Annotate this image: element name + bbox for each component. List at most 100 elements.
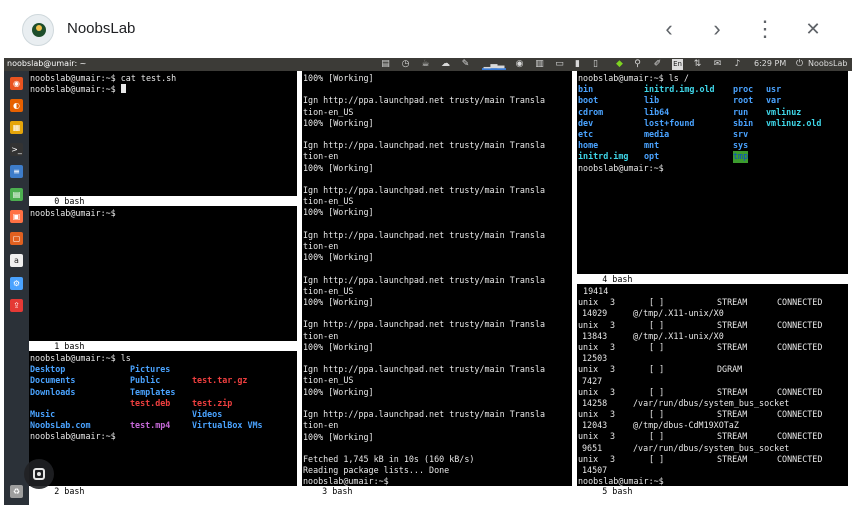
close-icon[interactable]: ✕ [796, 12, 830, 46]
apt-output-line: Ign http://ppa.launchpad.net trusty/main… [303, 95, 546, 106]
ls-entry: vmlinuz [766, 106, 802, 117]
terminal-pane-1[interactable]: noobslab@umair:~$ [29, 206, 297, 341]
apt-output-line: 100% [Working] [303, 386, 374, 397]
ls-entry: test.mp4 [130, 420, 171, 431]
tmux-pane-label-5: 5 bash [577, 487, 848, 496]
netstat-cell: CONNECTED [777, 297, 823, 308]
netstat-cell: CONNECTED [777, 409, 823, 420]
eye-indicator-icon[interactable]: ◉ [514, 59, 525, 70]
apt-output-line: tion-en [303, 241, 339, 252]
volume-indicator-icon[interactable]: ♪ [732, 59, 743, 70]
coffee-indicator-icon[interactable]: ☕ [420, 59, 431, 70]
netstat-cell: CONNECTED [777, 319, 823, 330]
apt-output-line: 100% [Working] [303, 252, 374, 263]
indicator-app-icon[interactable]: ▤ [380, 59, 391, 70]
netstat-cell: [ ] [649, 297, 665, 308]
notes-indicator-icon[interactable]: ▥ [534, 59, 545, 70]
netstat-cell: CONNECTED [777, 453, 823, 464]
netstat-cell: 12503 [582, 353, 608, 364]
presentation-icon[interactable]: ▣ [10, 210, 23, 223]
weather-indicator-icon[interactable]: ☁ [440, 59, 451, 70]
settings-icon[interactable]: ⚙ [10, 277, 23, 290]
tmux-pane-label-2: 2 bash [29, 487, 297, 496]
amazon-icon[interactable]: a [10, 254, 23, 267]
netstat-row: unix 3 [ ] STREAM CONNECTED [577, 387, 848, 398]
clip-indicator-icon[interactable]: ✎ [460, 59, 471, 70]
ubuntu-dash-icon[interactable]: ◉ [10, 77, 23, 90]
netstat-row: 12503 [577, 353, 848, 364]
panel-clock[interactable]: 6:29 PM [754, 59, 786, 68]
apt-output-line: tion-en [303, 420, 339, 431]
ls-entry: test.tar.gz [192, 375, 248, 386]
ls-entry: test.exe [130, 408, 171, 419]
netstat-cell: [ ] [649, 431, 665, 442]
keyboard-layout-indicator[interactable]: En [672, 59, 683, 70]
netstat-cell: 7427 [582, 375, 603, 386]
netstat-cell: unix [578, 431, 599, 442]
ls-entry: media [644, 128, 670, 139]
search-icon[interactable]: ⚲ [632, 59, 643, 70]
system-load-graph-icon[interactable]: ▁▃▂ [482, 59, 506, 70]
network-indicator-icon[interactable]: ⇅ [692, 59, 703, 70]
clock-indicator-icon[interactable]: ◷ [400, 59, 411, 70]
back-chevron-icon[interactable]: ‹ [652, 12, 686, 46]
netstat-cell: /var/run/dbus/system_bus_socket [633, 397, 790, 408]
screenshot-lens-button[interactable] [24, 459, 54, 489]
netstat-cell: 14507 [582, 465, 608, 476]
terminal-icon[interactable]: >_ [10, 143, 23, 156]
netstat-cell: unix [578, 409, 599, 420]
more-menu-icon[interactable]: ⋮ [748, 12, 782, 46]
apt-output-line: Ign http://ppa.launchpad.net trusty/main… [303, 274, 546, 285]
netstat-cell: 3 [610, 431, 616, 442]
terminal-cursor [120, 84, 126, 94]
noobslab-logo-icon [22, 14, 54, 46]
terminal-line: noobslab@umair:~$ ls [30, 353, 131, 363]
terminal-pane-0[interactable]: noobslab@umair:~$ cat test.sh noobslab@u… [29, 71, 297, 196]
ls-row: NoobsLab.com test.mp4 VirtualBox VMs [29, 420, 297, 431]
terminal-pane-2[interactable]: noobslab@umair:~$ ls Desktop Pictures test… [29, 351, 297, 486]
ls-row: dev lost+found sbin vmlinuz.old [577, 118, 848, 129]
apt-update-output: 100% [Working] Ign http://ppa.launchpad.… [302, 71, 572, 486]
apt-output-line: 100% [Working] [303, 73, 374, 83]
update-manager-icon[interactable]: ⇪ [10, 299, 23, 312]
ls-entry: Documents [30, 375, 76, 386]
spreadsheet-icon[interactable]: ▤ [10, 188, 23, 201]
terminal-pane-3[interactable]: 100% [Working] Ign http://ppa.launchpad.… [302, 71, 572, 486]
ls-row: Documents Public test.tar.gz [29, 375, 297, 386]
ls-row: initrd.img opt tmp [577, 151, 848, 163]
display-indicator-icon[interactable]: ▭ [554, 59, 565, 70]
panel-hostname[interactable]: NoobsLab [808, 59, 847, 68]
pipette-indicator-icon[interactable]: ✐ [652, 59, 663, 70]
ls-row: home mnt sys [577, 140, 848, 151]
folder-indicator-icon[interactable]: ▯ [590, 59, 601, 70]
ls-entry: vmlinuz.old [766, 117, 822, 128]
unity-launcher: ◉ ◐ ▦ >_ ≡ ▤ ▣ ▢ a ⚙ ⇪ ♻ [4, 71, 29, 505]
tmux-pane-label-4: 4 bash [577, 275, 848, 284]
apt-output-line: tion-en_US [303, 285, 354, 296]
apt-output-line: 100% [Working] [303, 431, 374, 442]
ls-root-listing: bin initrd.img.old proc usr boot lib root var cd… [577, 84, 848, 163]
terminal-line: 19414 [578, 286, 609, 296]
forward-chevron-icon[interactable]: › [700, 12, 734, 46]
terminal-line: noobslab@umair:~$ [30, 84, 121, 95]
ls-entry: run [733, 106, 749, 117]
ls-entry: test.sh [192, 364, 228, 375]
trash-icon[interactable]: ♻ [10, 485, 23, 498]
netstat-row: 9651/var/run/dbus/system_bus_socket [577, 443, 848, 454]
software-center-icon[interactable]: ▢ [10, 232, 23, 245]
terminal-pane-4[interactable]: noobslab@umair:~$ ls / bin initrd.img.old… [577, 71, 848, 274]
ls-entry: Downloads [30, 386, 76, 397]
terminal-line: noobslab@umair:~$ [30, 208, 116, 218]
ls-entry: initrd.img [578, 151, 629, 162]
android-indicator-icon[interactable]: ◆ [614, 59, 625, 70]
firefox-icon[interactable]: ◐ [10, 99, 23, 112]
mail-indicator-icon[interactable]: ✉ [712, 59, 723, 70]
files-icon[interactable]: ▦ [10, 121, 23, 134]
battery-indicator-icon[interactable]: ▮ [572, 59, 583, 70]
power-icon[interactable]: ⏻ [794, 59, 805, 70]
netstat-row: 14029 @/tmp/.X11-unix/X0 [577, 308, 848, 319]
terminal-line: noobslab@umair:~$ [578, 476, 664, 486]
terminal-pane-5[interactable]: 19414 unix 3 [ ] STREAM CONNECTED 14029 @/tmp/… [577, 284, 848, 486]
text-editor-icon[interactable]: ≡ [10, 165, 23, 178]
ls-entry: Pictures [130, 364, 171, 375]
